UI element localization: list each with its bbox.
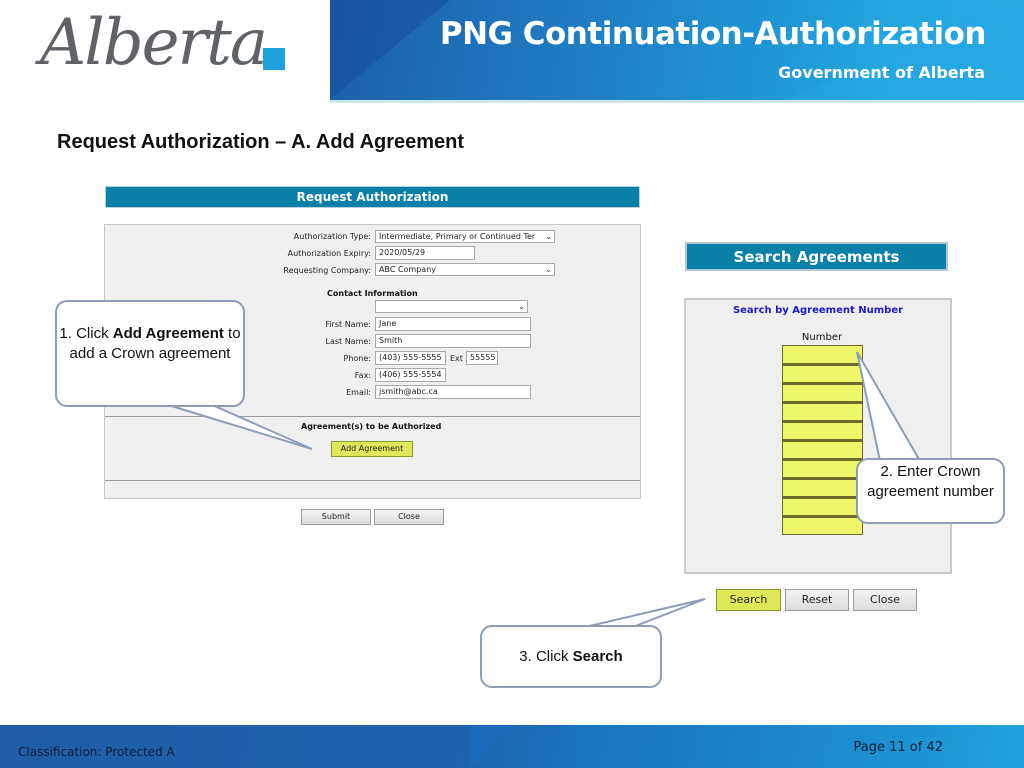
search-button[interactable]: Search xyxy=(716,589,781,611)
search-close-button[interactable]: Close xyxy=(853,589,917,611)
ext-input[interactable]: 55555 xyxy=(466,351,498,365)
ext-label: Ext xyxy=(450,354,463,363)
footer-bar: Classification: Protected A Page 11 of 4… xyxy=(0,725,1024,768)
number-column-label: Number xyxy=(801,332,843,343)
first-name-input[interactable]: Jane xyxy=(375,317,531,331)
authorization-expiry-label: Authorization Expiry: xyxy=(287,249,371,258)
phone-input[interactable]: (403) 555-5555 xyxy=(375,351,446,365)
callout-step-1-prefix: 1. Click xyxy=(59,325,113,342)
callout-step-1-bold: Add Agreement xyxy=(112,325,224,342)
callout3-pointer xyxy=(584,598,706,628)
agreement-number-fields xyxy=(782,345,863,535)
callout-step-1: 1. Click Add Agreement to add a Crown ag… xyxy=(55,300,245,407)
page-number: Page 11 of 42 xyxy=(853,740,943,755)
agreement-number-input[interactable] xyxy=(782,459,863,478)
requesting-company-select[interactable]: ABC Company ⌄ xyxy=(375,263,555,276)
requesting-company-label: Requesting Company: xyxy=(283,266,371,275)
chevron-down-icon: ⌄ xyxy=(545,265,552,274)
logo-square-icon xyxy=(263,48,285,70)
contact-information-label: Contact Information xyxy=(327,289,418,298)
reset-button[interactable]: Reset xyxy=(785,589,849,611)
section-divider xyxy=(105,416,640,417)
agreement-number-input[interactable] xyxy=(782,383,863,402)
agreement-number-input[interactable] xyxy=(782,478,863,497)
agreement-number-input[interactable] xyxy=(782,516,863,535)
slide-heading: Request Authorization – A. Add Agreement xyxy=(57,131,465,153)
classification-label: Classification: Protected A xyxy=(18,745,175,759)
agreement-number-input[interactable] xyxy=(782,402,863,421)
last-name-label: Last Name: xyxy=(325,337,371,346)
header-banner: PNG Continuation-Authorization Governmen… xyxy=(330,0,1024,100)
chevron-down-icon: ⌄ xyxy=(518,302,525,311)
search-by-agreement-number-label: Search by Agreement Number xyxy=(732,305,904,316)
callout-step-3-bold: Search xyxy=(572,648,623,665)
agreements-to-be-authorized-label: Agreement(s) to be Authorized xyxy=(301,422,442,431)
email-label: Email: xyxy=(346,388,371,397)
request-authorization-header: Request Authorization xyxy=(105,186,640,208)
agreement-number-input[interactable] xyxy=(782,345,863,364)
chevron-down-icon: ⌄ xyxy=(545,232,552,241)
fax-label: Fax: xyxy=(354,371,371,380)
authorization-expiry-input[interactable]: 2020/05/29 xyxy=(375,246,475,260)
authorization-type-value: Intermediate, Primary or Continued Ter xyxy=(379,232,536,241)
presentation-subtitle: Government of Alberta xyxy=(778,63,985,82)
authorization-type-select[interactable]: Intermediate, Primary or Continued Ter ⌄ xyxy=(375,230,555,243)
last-name-input[interactable]: Smith xyxy=(375,334,531,348)
presentation-title: PNG Continuation-Authorization xyxy=(439,16,987,52)
banner-underline xyxy=(330,100,1024,103)
add-agreement-button[interactable]: Add Agreement xyxy=(331,441,413,457)
search-agreements-header: Search Agreements xyxy=(685,242,948,271)
callout-step-3-prefix: 3. Click xyxy=(519,648,573,665)
fax-input[interactable]: (406) 555-5554 xyxy=(375,368,446,382)
first-name-label: First Name: xyxy=(325,320,371,329)
callout-step-2: 2. Enter Crown agreement number xyxy=(856,458,1005,524)
contact-select[interactable]: ⌄ xyxy=(375,300,528,313)
agreement-number-input[interactable] xyxy=(782,421,863,440)
callout-step-3: 3. Click Search xyxy=(480,625,662,688)
phone-label: Phone: xyxy=(343,354,371,363)
logo-wordmark: Alberta xyxy=(40,6,268,80)
agreement-number-input[interactable] xyxy=(782,364,863,383)
close-button[interactable]: Close xyxy=(374,509,444,525)
submit-button[interactable]: Submit xyxy=(301,509,371,525)
alberta-logo: Alberta xyxy=(0,0,330,102)
search-agreements-form: Search by Agreement Number Number xyxy=(684,298,952,574)
requesting-company-value: ABC Company xyxy=(379,265,437,274)
email-input[interactable]: jsmith@abc.ca xyxy=(375,385,531,399)
agreement-number-input[interactable] xyxy=(782,497,863,516)
agreement-number-input[interactable] xyxy=(782,440,863,459)
section-divider xyxy=(105,480,640,481)
authorization-type-label: Authorization Type: xyxy=(293,232,371,241)
